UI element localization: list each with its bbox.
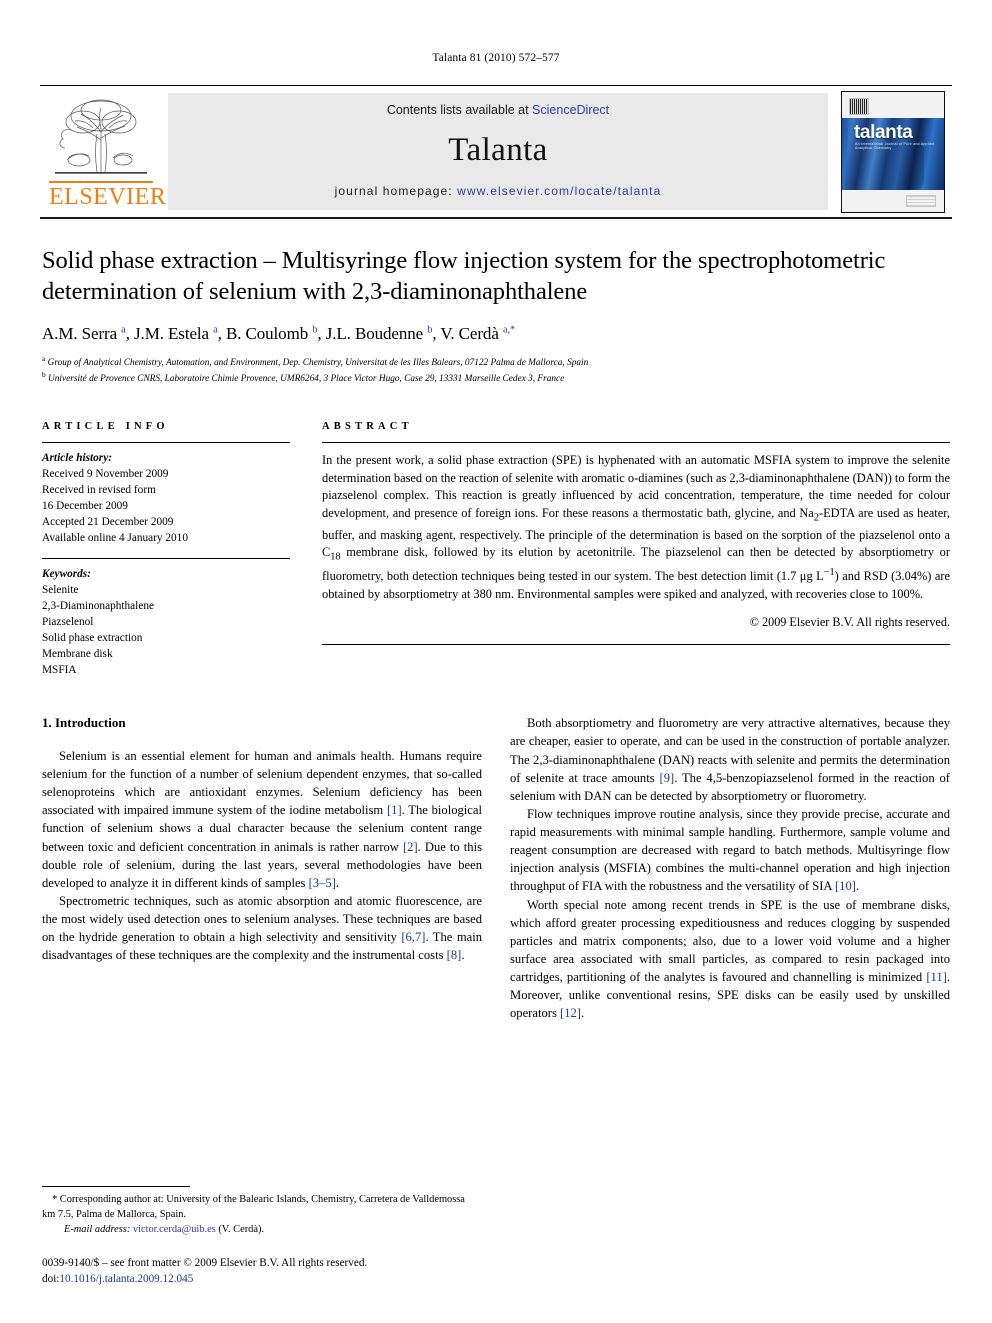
keywords-block: Keywords: Selenite 2,3-Diaminonaphthalene… [42, 559, 290, 678]
journal-homepage-link[interactable]: www.elsevier.com/locate/talanta [457, 184, 661, 198]
left-paragraphs: Selenium is an essential element for hum… [42, 747, 482, 965]
corresponding-author-note: * Corresponding author at: University of… [42, 1194, 465, 1220]
keyword-item: Selenite [42, 584, 79, 597]
cover-footer-mark [906, 194, 936, 207]
body-paragraph: Worth special note among recent trends i… [510, 897, 950, 1021]
issn-copyright-line: 0039-9140/$ – see front matter © 2009 El… [42, 1256, 368, 1269]
history-item: Received in revised form [42, 483, 156, 496]
keywords-list: Selenite 2,3-Diaminonaphthalene Piazseleno… [42, 582, 290, 678]
journal-header-band: ELSEVIER Contents lists available at Sci… [40, 85, 952, 219]
barcode-icon [849, 97, 869, 115]
body-paragraph: Flow techniques improve routine analysis… [510, 806, 950, 894]
history-list: Received 9 November 2009 Received in revi… [42, 466, 290, 546]
article-history-block: Article history: Received 9 November 200… [42, 443, 290, 546]
article-info-heading: ARTICLE INFO [42, 420, 169, 432]
doi-line[interactable]: doi:10.1016/j.talanta.2009.12.045 [42, 1271, 474, 1287]
history-item: Available online 4 January 2010 [42, 532, 188, 544]
journal-title: Talanta [448, 132, 548, 168]
body-paragraph: Selenium is an essential element for hum… [42, 748, 482, 890]
contents-prefix: Contents lists available at [386, 103, 533, 117]
keyword-item: MSFIA [42, 664, 77, 677]
abstract-column: ABSTRACT In the present work, a solid ph… [322, 421, 950, 678]
keywords-label: Keywords: [42, 568, 91, 581]
history-item: 16 December 2009 [42, 499, 128, 512]
elsevier-logo: ELSEVIER [40, 86, 166, 217]
elsevier-wordmark: ELSEVIER [49, 181, 166, 209]
cover-box: talanta An International Journal of Pure… [841, 90, 945, 213]
contents-available-line: Contents lists available at ScienceDirec… [387, 103, 609, 117]
cover-title-text: talanta [854, 121, 913, 143]
abstract-copyright: © 2009 Elsevier B.V. All rights reserved… [749, 615, 950, 630]
column-spacer [290, 421, 322, 678]
abstract-text: In the present work, a solid phase extra… [322, 452, 950, 601]
footnote-rule [42, 1186, 190, 1188]
keyword-item: Solid phase extraction [42, 632, 143, 645]
info-abstract-region: ARTICLE INFO Article history: Received 9… [42, 421, 950, 678]
homepage-prefix: journal homepage: [334, 184, 458, 198]
elsevier-tree-icon [55, 99, 147, 174]
affiliation-b: b Université de Provence CNRS, Laboratoi… [42, 370, 565, 385]
paper-page: Talanta 81 (2010) 572–577 ELSEVIER Conte… [0, 0, 992, 1323]
article-info-column: ARTICLE INFO Article history: Received 9… [42, 421, 290, 678]
keyword-item: 2,3-Diaminonaphthalene [42, 600, 154, 613]
journal-cover-thumbnail: talanta An International Journal of Pure… [834, 86, 952, 217]
history-item: Received 9 November 2009 [42, 467, 169, 480]
body-column-left: 1. Introduction Selenium is an essential… [42, 714, 482, 1022]
cover-subtitle-text: An International Journal of Pure and App… [855, 141, 935, 150]
affiliation-a-text: Group of Analytical Chemistry, Automatio… [47, 357, 589, 368]
journal-homepage-line: journal homepage: www.elsevier.com/locat… [335, 184, 662, 198]
right-paragraphs: Both absorptiometry and fluorometry are … [510, 714, 950, 1022]
section-heading-introduction: 1. Introduction [42, 715, 126, 731]
footnote-area: * Corresponding author at: University of… [42, 1186, 474, 1287]
journal-header-center: Contents lists available at ScienceDirec… [168, 93, 828, 210]
keyword-item: Membrane disk [42, 648, 113, 661]
page-title: Solid phase extraction – Multisyringe fl… [42, 247, 886, 306]
body-columns: 1. Introduction Selenium is an essential… [42, 714, 950, 1022]
history-item: Accepted 21 December 2009 [42, 515, 174, 528]
sciencedirect-link[interactable]: ScienceDirect [532, 103, 609, 117]
affiliation-b-text: Université de Provence CNRS, Laboratoire… [48, 374, 565, 385]
running-head: Talanta 81 (2010) 572–577 [432, 52, 560, 64]
body-paragraph: Both absorptiometry and fluorometry are … [510, 716, 950, 803]
affiliation-a: a Group of Analytical Chemistry, Automat… [42, 353, 589, 368]
article-history-label: Article history: [42, 451, 112, 464]
author-list: A.M. Serra a, J.M. Estela a, B. Coulomb … [42, 323, 516, 343]
keyword-item: Piazselenol [42, 616, 94, 629]
abstract-heading: ABSTRACT [322, 420, 413, 432]
abstract-bottom-rule [322, 644, 950, 646]
title-block: Solid phase extraction – Multisyringe fl… [42, 245, 950, 387]
body-column-right: Both absorptiometry and fluorometry are … [510, 714, 950, 1022]
corresponding-author-email[interactable]: E-mail address: victor.cerda@uib.es (V. … [42, 1223, 474, 1238]
body-paragraph: Spectrometric techniques, such as atomic… [42, 893, 482, 963]
